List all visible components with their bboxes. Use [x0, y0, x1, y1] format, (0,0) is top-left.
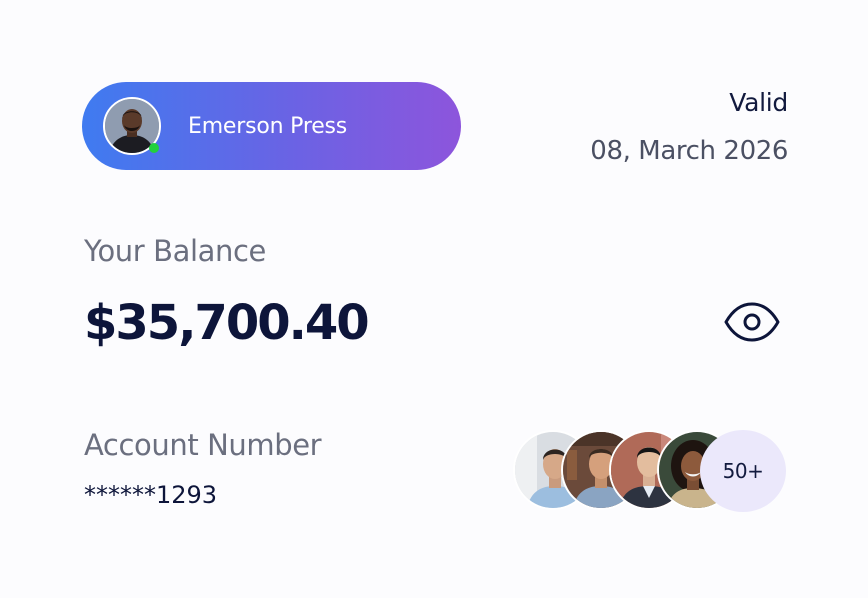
toggle-balance-visibility-button[interactable] — [724, 300, 780, 344]
member-count-badge[interactable]: 50+ — [700, 430, 786, 512]
member-avatar-stack[interactable]: 50+ — [513, 430, 793, 512]
valid-date: 08, March 2026 — [590, 136, 788, 166]
user-name: Emerson Press — [188, 113, 348, 139]
valid-label: Valid — [729, 88, 788, 117]
account-number-value: ******1293 — [84, 481, 218, 509]
online-status-indicator — [149, 143, 159, 153]
eye-icon — [724, 302, 780, 342]
account-number-label: Account Number — [84, 428, 322, 462]
avatar-container — [103, 97, 161, 155]
balance-value: $35,700.40 — [84, 295, 370, 351]
user-profile-pill[interactable]: Emerson Press — [82, 82, 461, 170]
balance-label: Your Balance — [84, 234, 266, 268]
balance-card: Emerson Press Valid 08, March 2026 Your … — [0, 0, 868, 598]
